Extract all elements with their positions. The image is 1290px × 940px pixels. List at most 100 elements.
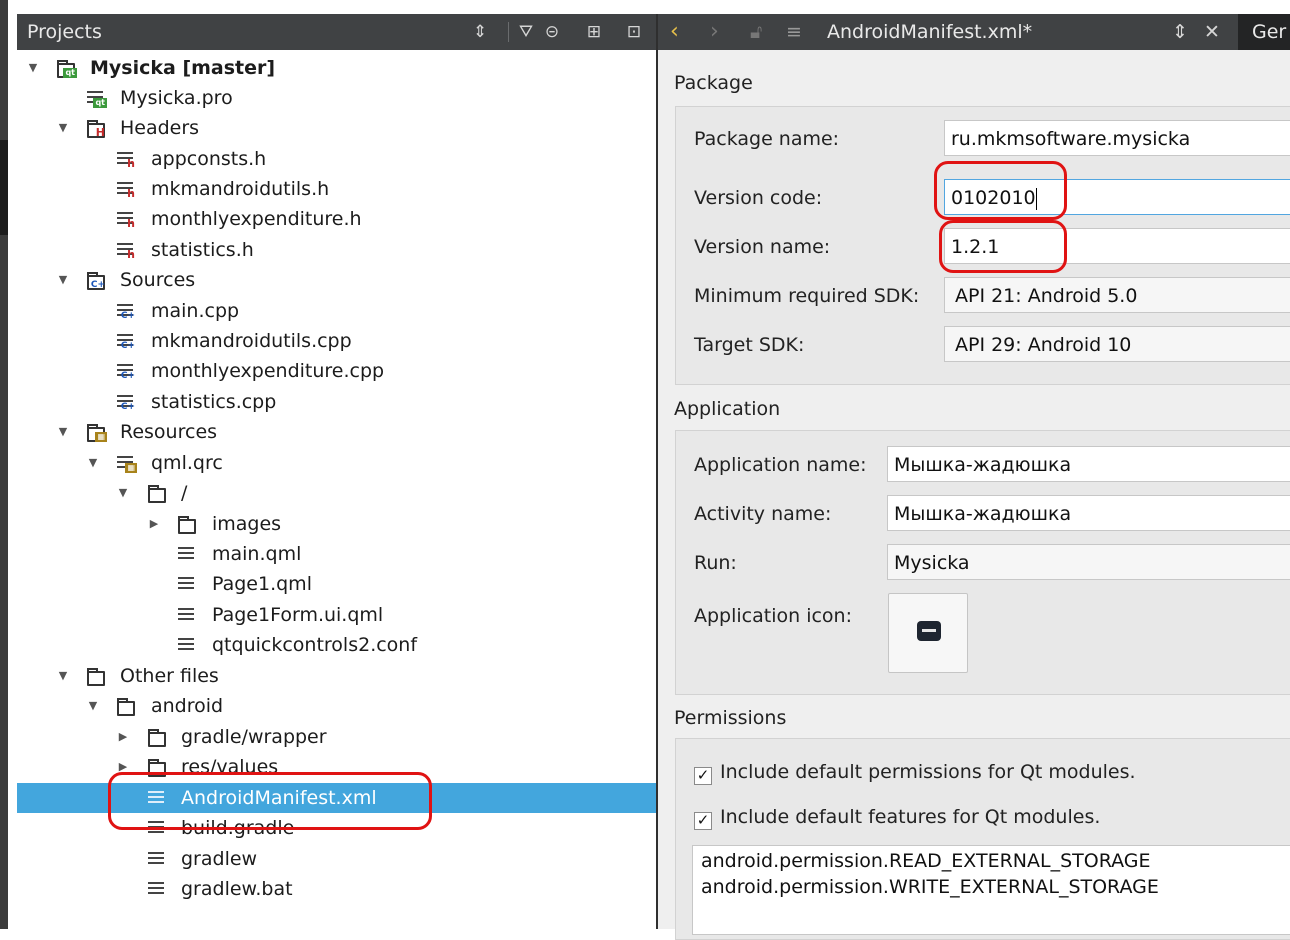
tree-item-android[interactable]: ▼ android <box>17 691 656 721</box>
header-file-icon: h <box>115 209 137 229</box>
cpp-file-icon: C+ <box>115 361 137 381</box>
min-sdk-select[interactable]: API 21: Android 5.0 <box>944 277 1290 313</box>
folder-icon <box>115 696 137 716</box>
version-code-input[interactable]: 0102010 <box>944 179 1290 215</box>
permissions-list[interactable]: android.permission.READ_EXTERNAL_STORAGE… <box>692 845 1290 935</box>
version-name-label: Version name: <box>694 236 831 258</box>
package-name-label: Package name: <box>694 128 840 150</box>
tree-item-images[interactable]: ▶ images <box>17 509 656 539</box>
tree-item-source-file[interactable]: C+ monthlyexpenditure.cpp <box>17 356 656 386</box>
chevron-down-icon[interactable]: ▼ <box>56 113 70 143</box>
project-tree: ▼ qt Mysicka [master] qt Mysicka.pro ▼ H… <box>17 52 656 929</box>
tree-item-pro-file[interactable]: qt Mysicka.pro <box>17 83 656 113</box>
close-icon[interactable]: ✕ <box>1204 20 1220 44</box>
chevron-right-icon[interactable]: ▶ <box>116 722 130 752</box>
close-pane-icon[interactable]: ⊡ <box>623 20 645 44</box>
chevron-right-icon[interactable]: ▶ <box>147 509 161 539</box>
target-sdk-select[interactable]: API 29: Android 10 <box>944 326 1290 362</box>
tree-item-qml-file[interactable]: Page1.qml <box>17 569 656 599</box>
projects-pane-header: Projects ⇕ ⛛ ⊝ ⊞ ⊡ <box>17 14 656 50</box>
header-file-icon: h <box>115 240 137 260</box>
checkmark-icon[interactable]: ✓ <box>694 812 712 830</box>
chevron-down-icon[interactable]: ▼ <box>56 417 70 447</box>
tree-item-source-file[interactable]: C+ mkmandroidutils.cpp <box>17 326 656 356</box>
tree-item-other-files[interactable]: ▼ Other files <box>17 661 656 691</box>
package-section-title: Package <box>674 72 753 94</box>
other-files-folder-icon <box>85 666 107 686</box>
permission-item[interactable]: android.permission.READ_EXTERNAL_STORAGE <box>701 848 1290 874</box>
version-name-input[interactable]: 1.2.1 <box>944 228 1290 264</box>
include-features-checkbox[interactable]: ✓ Include default features for Qt modules… <box>694 806 1100 830</box>
tree-item-header-file[interactable]: h monthlyexpenditure.h <box>17 204 656 234</box>
forward-arrow-icon[interactable]: › <box>710 20 719 44</box>
tree-item-conf-file[interactable]: qtquickcontrols2.conf <box>17 630 656 660</box>
header-file-icon: h <box>115 179 137 199</box>
toolbar-separator <box>508 22 509 42</box>
editor-header: ‹ › 🔓︎ ≡ AndroidManifest.xml* ⇕ ✕ Ger <box>658 14 1290 50</box>
tree-item-qml-file[interactable]: Page1Form.ui.qml <box>17 600 656 630</box>
tree-item-project[interactable]: ▼ qt Mysicka [master] <box>17 53 656 83</box>
tree-item-header-file[interactable]: h mkmandroidutils.h <box>17 174 656 204</box>
document-lines-icon: ≡ <box>786 21 802 43</box>
chevron-down-icon[interactable]: ▼ <box>26 53 40 83</box>
tree-item-source-file[interactable]: C+ statistics.cpp <box>17 387 656 417</box>
editor-file-name[interactable]: AndroidManifest.xml* <box>827 20 1032 44</box>
checkmark-icon[interactable]: ✓ <box>694 767 712 785</box>
chevron-right-icon[interactable]: ▶ <box>116 752 130 782</box>
tree-item-sources[interactable]: ▼ C+ Sources <box>17 265 656 295</box>
split-icon[interactable]: ⊞ <box>583 20 605 44</box>
back-arrow-icon[interactable]: ‹ <box>670 20 679 44</box>
header-file-icon: h <box>115 149 137 169</box>
tree-item-header-file[interactable]: h statistics.h <box>17 235 656 265</box>
application-name-input[interactable]: Мышка-жадюшка <box>887 446 1290 482</box>
tree-item-header-file[interactable]: h appconsts.h <box>17 144 656 174</box>
tree-item-file[interactable]: gradlew.bat <box>17 874 656 904</box>
manifest-editor: Package Package name: ru.mkmsoftware.mys… <box>658 50 1290 940</box>
application-icon-button[interactable] <box>888 593 968 673</box>
sort-updown-icon[interactable]: ⇕ <box>1172 20 1188 44</box>
link-icon[interactable]: ⊝ <box>541 20 563 44</box>
tree-item-manifest[interactable]: AndroidManifest.xml <box>17 783 656 813</box>
tab-general[interactable]: Ger <box>1238 14 1290 50</box>
pro-file-icon: qt <box>85 88 107 108</box>
tree-item-file[interactable]: gradlew <box>17 844 656 874</box>
edge-scroll-thumb[interactable] <box>0 140 8 235</box>
sort-updown-icon[interactable]: ⇕ <box>469 20 491 44</box>
tree-item-dir[interactable]: ▶ gradle/wrapper <box>17 722 656 752</box>
tree-item-qrc[interactable]: ▼ ▦ qml.qrc <box>17 448 656 478</box>
package-name-input[interactable]: ru.mkmsoftware.mysicka <box>944 120 1290 156</box>
application-section-title: Application <box>674 398 781 420</box>
cpp-file-icon: C+ <box>115 301 137 321</box>
tree-item-source-file[interactable]: C+ main.cpp <box>17 296 656 326</box>
chevron-down-icon[interactable]: ▼ <box>56 661 70 691</box>
window-edge <box>0 0 8 929</box>
qml-file-icon <box>176 605 198 625</box>
activity-name-input[interactable]: Мышка-жадюшка <box>887 495 1290 531</box>
tree-item-file[interactable]: build.gradle <box>17 813 656 843</box>
chevron-down-icon[interactable]: ▼ <box>116 478 130 508</box>
qrc-file-icon: ▦ <box>115 453 137 473</box>
tree-item-root-prefix[interactable]: ▼ / <box>17 478 656 508</box>
filter-icon[interactable]: ⛛ <box>515 20 537 44</box>
chevron-down-icon[interactable]: ▼ <box>86 448 100 478</box>
tree-item-dir[interactable]: ▶ res/values <box>17 752 656 782</box>
min-sdk-label: Minimum required SDK: <box>694 285 920 307</box>
text-file-icon <box>146 818 168 838</box>
text-file-icon <box>176 635 198 655</box>
qml-file-icon <box>176 574 198 594</box>
run-select[interactable]: Mysicka <box>887 544 1290 580</box>
permission-item[interactable]: android.permission.WRITE_EXTERNAL_STORAG… <box>701 874 1290 900</box>
chevron-down-icon[interactable]: ▼ <box>56 265 70 295</box>
resources-folder-icon: ▦ <box>85 422 107 442</box>
sources-folder-icon: C+ <box>85 270 107 290</box>
headers-folder-icon: H <box>85 118 107 138</box>
include-permissions-checkbox[interactable]: ✓ Include default permissions for Qt modu… <box>694 761 1136 785</box>
tree-item-qml-file[interactable]: main.qml <box>17 539 656 569</box>
tree-item-headers[interactable]: ▼ H Headers <box>17 113 656 143</box>
text-file-icon <box>146 849 168 869</box>
tree-item-resources[interactable]: ▼ ▦ Resources <box>17 417 656 447</box>
chevron-down-icon[interactable]: ▼ <box>86 691 100 721</box>
qml-file-icon <box>176 544 198 564</box>
cpp-file-icon: C+ <box>115 392 137 412</box>
lock-icon[interactable]: 🔓︎ <box>750 20 762 44</box>
